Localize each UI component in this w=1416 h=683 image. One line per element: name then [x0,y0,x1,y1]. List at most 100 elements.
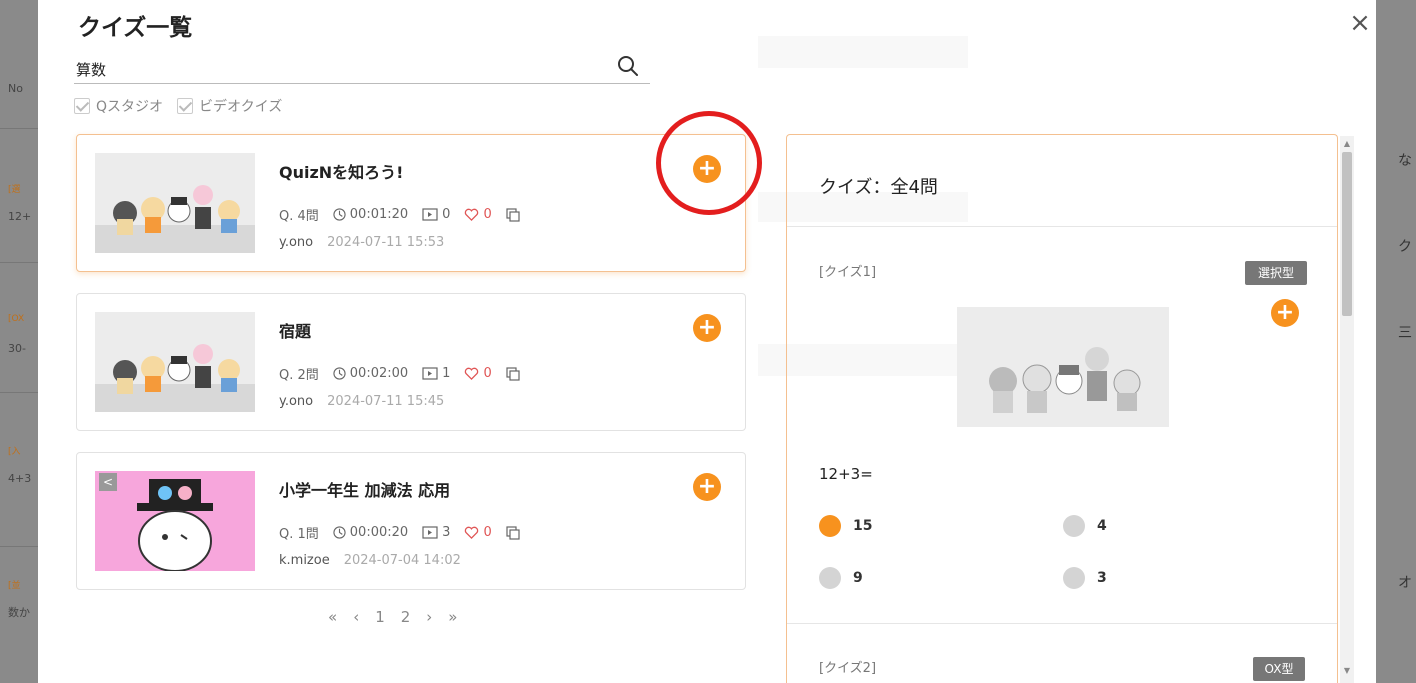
bg-divider [0,128,38,129]
like-count-value: 0 [483,207,492,222]
prev-page-button[interactable]: ‹ [353,608,359,626]
date: 2024-07-11 15:53 [327,235,445,250]
like-count: 0 [464,525,492,540]
video-count-value: 1 [442,366,451,381]
author: y.ono [279,394,314,409]
quiz-author-line: y.ono 2024-07-11 15:45 [279,394,444,409]
bg-row: [OX [8,314,25,324]
close-icon[interactable]: × [1344,8,1376,40]
bg-divider [0,392,38,393]
copy-icon[interactable] [506,207,520,222]
copy-icon[interactable] [506,525,520,540]
quiz-meta: Q. 4問 00:01:20 0 0 [279,205,520,224]
last-page-button[interactable]: » [448,608,457,626]
choice-marker-icon [819,567,841,589]
quiz-author-line: k.mizoe 2024-07-04 14:02 [279,553,461,568]
search-input[interactable] [76,56,596,82]
characters-illustration-icon [95,185,255,253]
bg-text: オ [1398,575,1412,591]
video-count-value: 0 [442,207,451,222]
video-count: 3 [422,525,450,540]
bg-row: 30- [8,342,26,355]
checkbox-icon[interactable] [177,98,194,114]
question-label: [クイズ2] [819,661,877,676]
duration-value: 00:02:00 [349,366,409,381]
quiz-card[interactable]: QuizNを知ろう! Q. 4問 00:01:20 0 0 y.ono 2024-… [76,134,746,272]
bg-row: 12+ [8,210,32,223]
bg-text: 三 [1398,325,1412,341]
video-count: 1 [422,366,450,381]
heart-icon [465,367,479,380]
choice-text: 9 [853,570,863,586]
source-filters: Qスタジオ ビデオクイズ [74,96,282,116]
question-count: Q. 4問 [279,209,319,224]
add-quiz-button[interactable]: + [693,155,721,183]
quiz-thumbnail [95,312,255,412]
bg-text: な [1398,153,1412,169]
question-type-badge: 選択型 [1245,261,1307,285]
heart-icon [465,526,479,539]
filter-video-quiz[interactable]: ビデオクイズ [177,96,282,116]
choice-text: 15 [853,518,873,534]
quiz-meta: Q. 2問 00:02:00 1 0 [279,364,520,383]
bg-row: [選 [8,185,21,195]
first-page-button[interactable]: « [328,608,337,626]
clock-icon [333,526,346,539]
choice-text: 4 [1097,518,1107,534]
detail-scrollbar[interactable]: ▲ ▼ [1340,136,1354,683]
share-icon: < [99,473,117,491]
choice-item: 3 [1063,567,1107,589]
detail-header: クイズ：全4問 [787,135,1337,227]
video-icon [422,526,438,539]
quiz-thumbnail: < [95,471,255,571]
video-count-value: 3 [442,525,451,540]
add-question-button[interactable]: + [1271,299,1299,327]
like-count: 0 [464,207,492,222]
page-2-button[interactable]: 2 [401,608,411,626]
copy-icon[interactable] [506,366,520,381]
correct-choice-marker-icon [819,515,841,537]
video-icon [422,367,438,380]
like-count: 0 [464,366,492,381]
duration-value: 00:00:20 [349,525,409,540]
date: 2024-07-11 15:45 [327,394,445,409]
filter-label: ビデオクイズ [199,99,283,115]
add-quiz-button[interactable]: + [693,314,721,342]
choice-marker-icon [1063,567,1085,589]
date: 2024-07-04 14:02 [343,553,461,568]
author: k.mizoe [279,553,330,568]
bg-divider [0,262,38,263]
scroll-up-icon[interactable]: ▲ [1342,139,1352,149]
scroll-thumb[interactable] [1342,152,1352,316]
search-icon[interactable] [616,54,640,78]
modal-title: クイズ一覧 [78,15,193,41]
next-page-button[interactable]: › [426,608,432,626]
quiz-list-modal: クイズ一覧 × Qスタジオ ビデオクイズ [38,0,1376,683]
page-1-button[interactable]: 1 [375,608,385,626]
quiz-card[interactable]: < 小学一年生 加減法 応用 Q. 1問 00:00:20 3 0 k.mizo… [76,452,746,590]
bg-row: 4+3 [8,472,32,485]
question-label: [クイズ1] [819,265,877,280]
filter-qstudio[interactable]: Qスタジオ [74,96,163,116]
background-page-left: No [選 12+ [OX 30- [入 4+3 [並 数か [0,0,38,683]
question-text: 12+3= [819,465,873,483]
ghost-overlay [758,36,968,68]
choice-item: 15 [819,515,872,537]
bg-row: [入 [8,447,21,457]
background-page-right: な ク 三 オ [1376,0,1416,683]
quiz-card[interactable]: 宿題 Q. 2問 00:02:00 1 0 y.ono 2024-07-11 15… [76,293,746,431]
like-count-value: 0 [483,525,492,540]
bg-divider [0,546,38,547]
characters-illustration-icon [95,344,255,412]
add-quiz-button[interactable]: + [693,473,721,501]
video-icon [422,208,438,221]
author: y.ono [279,235,314,250]
checkbox-icon[interactable] [74,98,90,114]
quiz-author-line: y.ono 2024-07-11 15:53 [279,235,444,250]
scroll-down-icon[interactable]: ▼ [1342,666,1352,676]
like-count-value: 0 [483,366,492,381]
video-count: 0 [422,207,450,222]
bg-row: 数か [8,606,30,619]
pagination: « ‹ 1 2 › » [328,608,457,626]
choice-item: 4 [1063,515,1107,537]
